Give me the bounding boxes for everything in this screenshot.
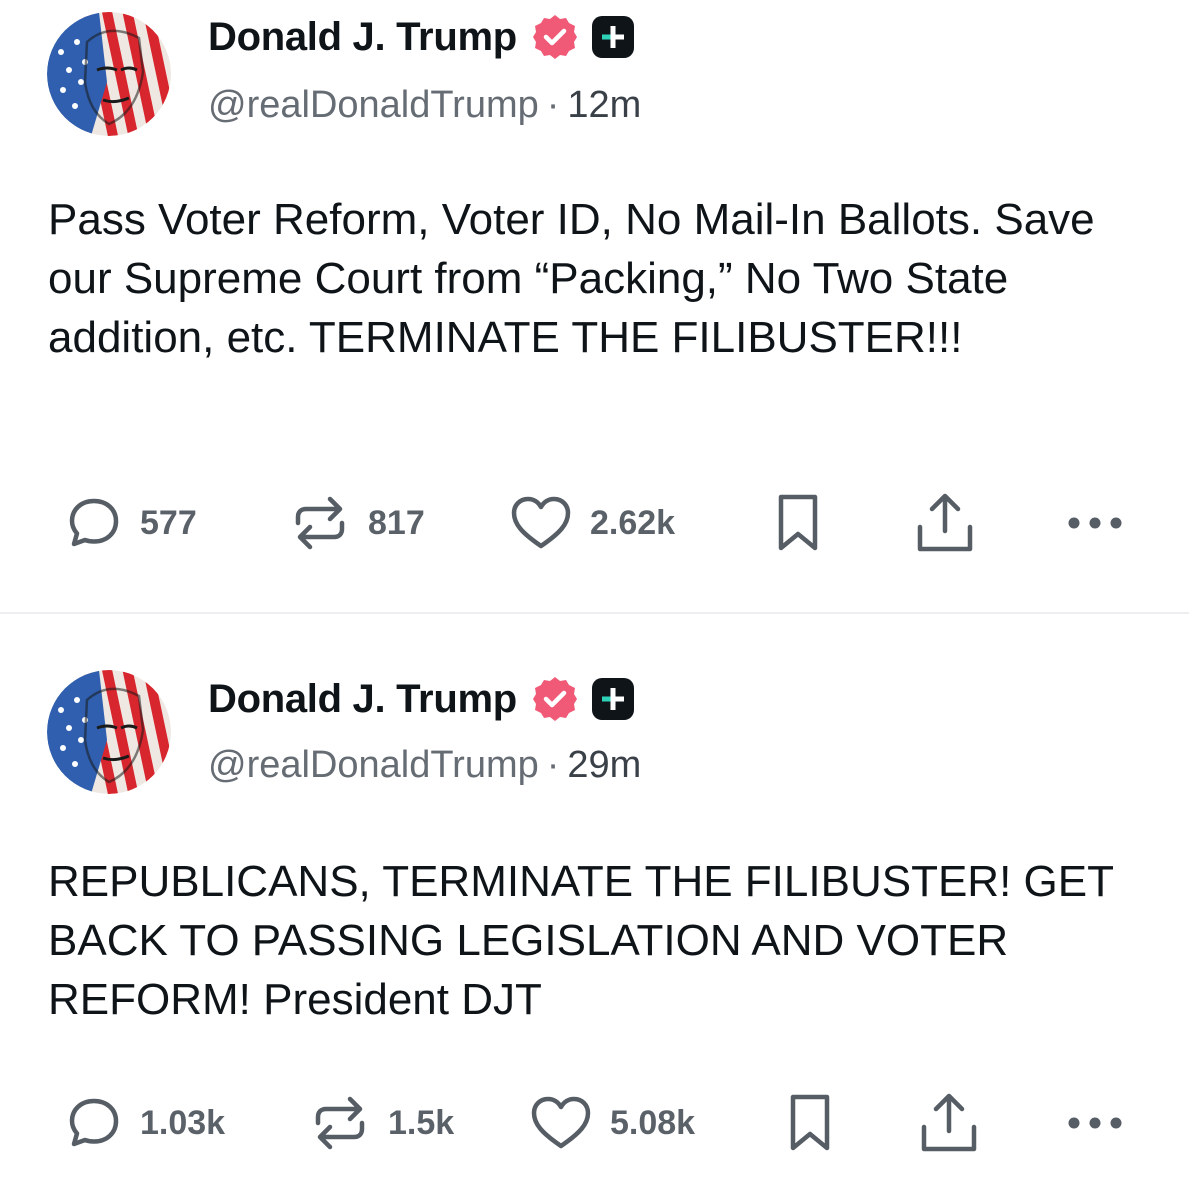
- handle-row: @realDonaldTrump · 12m: [208, 84, 641, 127]
- reply-count: 577: [140, 503, 197, 542]
- reply-button[interactable]: 1.03k: [66, 1088, 225, 1158]
- truth-plus-icon: [591, 16, 634, 58]
- ellipsis-icon: [1068, 517, 1122, 529]
- reply-button[interactable]: 577: [66, 488, 197, 558]
- bookmark-icon: [790, 1094, 830, 1151]
- action-bar: 577 817 2.62k: [0, 488, 1189, 558]
- post-text: REPUBLICANS, TERMINATE THE FILIBUSTER! G…: [48, 857, 1114, 1024]
- author-row: Donald J. Trump: [208, 676, 635, 722]
- author-handle[interactable]: @realDonaldTrump: [208, 84, 539, 126]
- avatar[interactable]: [47, 670, 171, 794]
- avatar[interactable]: [47, 12, 171, 136]
- like-button[interactable]: 5.08k: [530, 1088, 695, 1158]
- bookmark-icon: [778, 494, 818, 551]
- bookmark-button[interactable]: [774, 488, 822, 558]
- post-time[interactable]: 12m: [567, 84, 641, 126]
- retruth-button[interactable]: 817: [290, 488, 425, 558]
- handle-row: @realDonaldTrump · 29m: [208, 744, 641, 787]
- share-upload-icon: [917, 493, 973, 552]
- heart-icon: [511, 496, 571, 549]
- author-name[interactable]: Donald J. Trump: [208, 677, 517, 722]
- retruth-button[interactable]: 1.5k: [310, 1088, 454, 1158]
- retruth-count: 817: [368, 503, 425, 542]
- author-handle[interactable]: @realDonaldTrump: [208, 744, 539, 786]
- like-count: 2.62k: [590, 503, 676, 542]
- truth-plus-icon: [591, 678, 634, 720]
- action-bar: 1.03k 1.5k 5.08k: [0, 1088, 1189, 1158]
- verified-badge-icon: [532, 15, 577, 59]
- ellipsis-icon: [1068, 1117, 1122, 1129]
- author-name[interactable]: Donald J. Trump: [208, 15, 517, 60]
- speech-bubble-icon: [69, 498, 119, 547]
- share-upload-icon: [921, 1093, 977, 1152]
- heart-icon: [531, 1096, 591, 1149]
- bookmark-button[interactable]: [786, 1088, 834, 1158]
- repost-arrows-icon: [315, 1096, 365, 1150]
- post-card[interactable]: Donald J. Trump @realDonaldTrump · 12m Pas…: [0, 0, 1189, 612]
- reply-count: 1.03k: [140, 1103, 226, 1142]
- share-button[interactable]: [914, 488, 976, 558]
- retruth-count: 1.5k: [388, 1103, 455, 1142]
- dot-separator: ·: [546, 744, 560, 786]
- more-options-button[interactable]: [1066, 488, 1124, 558]
- post-time[interactable]: 29m: [567, 744, 641, 786]
- share-button[interactable]: [918, 1088, 980, 1158]
- like-button[interactable]: 2.62k: [510, 488, 675, 558]
- post-card[interactable]: Donald J. Trump @realDonaldTrump · 29m REP…: [0, 614, 1189, 1200]
- more-options-button[interactable]: [1066, 1088, 1124, 1158]
- post-text: Pass Voter Reform, Voter ID, No Mail-In …: [48, 195, 1095, 362]
- verified-badge-icon: [532, 677, 577, 721]
- author-row: Donald J. Trump: [208, 14, 635, 60]
- dot-separator: ·: [546, 84, 560, 126]
- repost-arrows-icon: [295, 496, 345, 550]
- like-count: 5.08k: [610, 1103, 696, 1142]
- speech-bubble-icon: [69, 1098, 119, 1147]
